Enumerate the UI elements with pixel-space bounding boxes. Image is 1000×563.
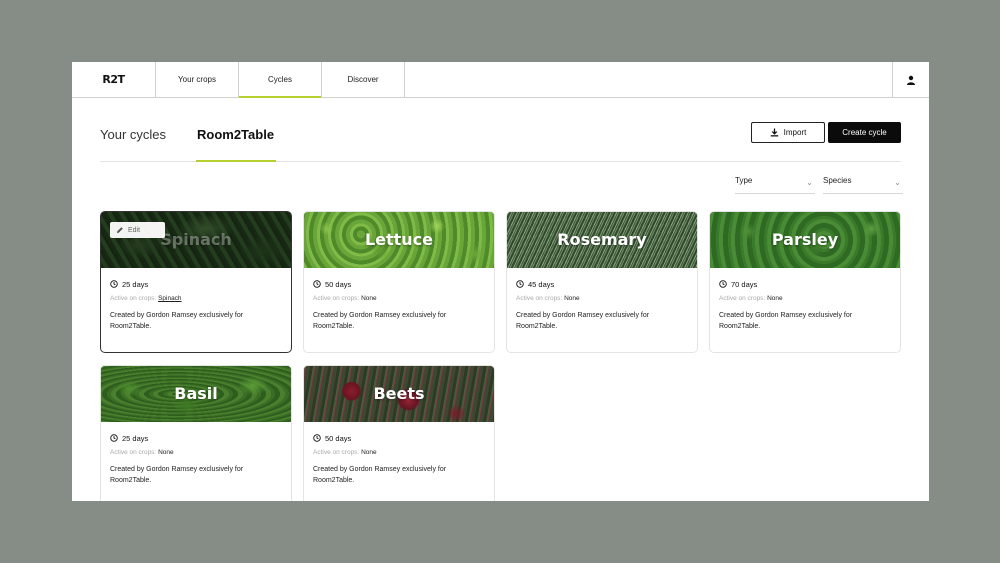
top-nav: R2T Your crops Cycles Discover: [72, 62, 929, 98]
active-on-crops: Active on crops: None: [313, 295, 485, 304]
create-cycle-button[interactable]: Create cycle: [828, 122, 901, 143]
user-icon: [907, 75, 915, 85]
download-icon: [770, 128, 778, 137]
card-description: Created by Gordon Ramsey exclusively for…: [516, 312, 650, 330]
tab-room2table[interactable]: Room2Table: [197, 127, 274, 142]
active-crop-value: None: [158, 449, 174, 456]
card-description: Created by Gordon Ramsey exclusively for…: [110, 312, 244, 330]
active-label: Active on crops:: [313, 449, 360, 456]
duration: 25 days: [110, 279, 282, 289]
card-title: Parsley: [771, 230, 839, 249]
duration-value: 70 days: [731, 279, 758, 289]
duration: 70 days: [719, 279, 891, 289]
card-description: Created by Gordon Ramsey exclusively for…: [313, 466, 447, 484]
type-filter-select[interactable]: Type ⌄: [735, 176, 815, 194]
clock-icon: [110, 280, 118, 288]
chevron-down-icon: ⌄: [806, 178, 813, 187]
card-image-lettuce: Lettuce: [304, 212, 494, 268]
active-crop-value: None: [361, 295, 377, 302]
duration: 25 days: [110, 433, 282, 443]
active-on-crops: Active on crops: None: [719, 295, 891, 304]
page-tabs: Your cycles Room2Table Import Create cyc…: [100, 122, 901, 162]
card-title: Basil: [174, 384, 218, 403]
clock-icon: [313, 280, 321, 288]
logo[interactable]: R2T: [72, 62, 156, 97]
active-crop-value: None: [767, 295, 783, 302]
active-on-crops: Active on crops: None: [313, 449, 485, 458]
duration-value: 25 days: [122, 433, 149, 443]
active-on-crops: Active on crops: None: [516, 295, 688, 304]
clock-icon: [719, 280, 727, 288]
tab-your-cycles[interactable]: Your cycles: [100, 127, 166, 142]
duration-value: 45 days: [528, 279, 555, 289]
card-image-parsley: Parsley: [710, 212, 900, 268]
active-label: Active on crops:: [110, 449, 157, 456]
cycle-card-basil[interactable]: Basil 25 days Active on crops: None Crea…: [100, 365, 292, 501]
active-label: Active on crops:: [719, 295, 766, 302]
cycle-card-beets[interactable]: Beets 50 days Active on crops: None Crea…: [303, 365, 495, 501]
edit-label: Edit: [128, 226, 141, 234]
card-image-beets: Beets: [304, 366, 494, 422]
card-image-spinach: Edit Spinach: [101, 212, 291, 268]
card-description: Created by Gordon Ramsey exclusively for…: [719, 312, 853, 330]
active-crop-value: None: [564, 295, 580, 302]
card-title: Lettuce: [364, 230, 434, 249]
card-title: Rosemary: [557, 230, 647, 249]
duration: 50 days: [313, 279, 485, 289]
duration-value: 50 days: [325, 433, 352, 443]
user-menu-button[interactable]: [892, 62, 929, 97]
cycle-card-spinach[interactable]: Edit Spinach 25 days Active on crops: Sp…: [100, 211, 292, 353]
clock-icon: [110, 434, 118, 442]
card-description: Created by Gordon Ramsey exclusively for…: [313, 312, 447, 330]
type-filter-label: Type: [735, 176, 753, 185]
active-crop-value: None: [361, 449, 377, 456]
duration: 45 days: [516, 279, 688, 289]
clock-icon: [313, 434, 321, 442]
species-filter-label: Species: [823, 176, 852, 185]
pencil-icon: [117, 227, 123, 233]
active-on-crops: Active on crops: Spinach: [110, 295, 282, 304]
nav-tab-cycles[interactable]: Cycles: [239, 62, 322, 98]
active-on-crops: Active on crops: None: [110, 449, 282, 458]
cycle-card-rosemary[interactable]: Rosemary 45 days Active on crops: None C…: [506, 211, 698, 353]
duration-value: 50 days: [325, 279, 352, 289]
duration: 50 days: [313, 433, 485, 443]
active-tab-indicator: [196, 160, 276, 162]
card-image-basil: Basil: [101, 366, 291, 422]
card-description: Created by Gordon Ramsey exclusively for…: [110, 466, 244, 484]
card-image-rosemary: Rosemary: [507, 212, 697, 268]
cycle-card-parsley[interactable]: Parsley 70 days Active on crops: None Cr…: [709, 211, 901, 353]
active-label: Active on crops:: [110, 295, 157, 302]
active-crop-link[interactable]: Spinach: [158, 295, 182, 302]
species-filter-select[interactable]: Species ⌄: [823, 176, 903, 194]
nav-tab-your-crops[interactable]: Your crops: [156, 62, 239, 97]
nav-tab-discover[interactable]: Discover: [322, 62, 405, 97]
chevron-down-icon: ⌄: [894, 178, 901, 187]
import-label: Import: [783, 128, 807, 137]
edit-button[interactable]: Edit: [110, 222, 165, 238]
import-button[interactable]: Import: [751, 122, 825, 143]
cycle-card-lettuce[interactable]: Lettuce 50 days Active on crops: None Cr…: [303, 211, 495, 353]
clock-icon: [516, 280, 524, 288]
active-label: Active on crops:: [313, 295, 360, 302]
duration-value: 25 days: [122, 279, 149, 289]
active-label: Active on crops:: [516, 295, 563, 302]
card-title: Beets: [373, 384, 425, 403]
app-window: R2T Your crops Cycles Discover Your cycl…: [72, 62, 929, 501]
